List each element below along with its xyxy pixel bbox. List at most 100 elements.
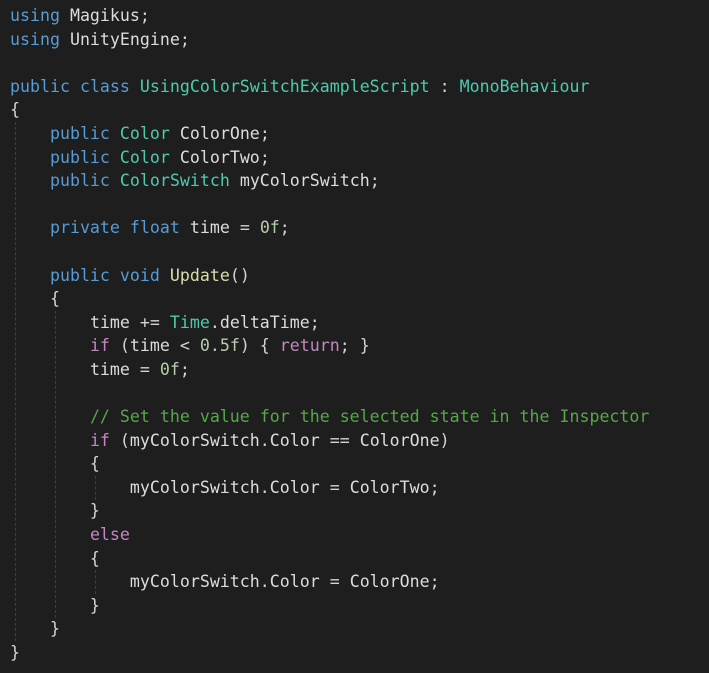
code-token: = bbox=[319, 572, 350, 592]
code-line[interactable] bbox=[10, 51, 649, 75]
code-line[interactable]: time = 0f; bbox=[10, 358, 649, 382]
code-area[interactable]: using Magikus; using UnityEngine; public … bbox=[10, 4, 649, 665]
code-token: ; bbox=[179, 359, 190, 379]
code-token: myColorSwitch bbox=[129, 477, 260, 497]
code-token: Magikus bbox=[69, 6, 140, 25]
code-token: myColorSwitch bbox=[129, 572, 260, 592]
code-token: public bbox=[49, 123, 110, 143]
code-line[interactable]: } bbox=[10, 617, 649, 641]
code-token: ; bbox=[429, 477, 440, 497]
code-line[interactable]: } bbox=[10, 641, 649, 665]
code-token: { bbox=[10, 100, 20, 120]
code-token: ( bbox=[109, 430, 130, 450]
code-token: time bbox=[89, 312, 130, 332]
code-token: private bbox=[49, 218, 120, 238]
code-line[interactable]: if (myColorSwitch.Color == ColorOne) bbox=[10, 429, 649, 453]
code-token: ; bbox=[369, 171, 380, 191]
code-token: UnityEngine bbox=[69, 29, 180, 49]
code-token: public bbox=[10, 76, 70, 96]
code-token: ) { bbox=[239, 336, 280, 356]
code-line[interactable]: using Magikus; bbox=[10, 4, 649, 28]
code-token: == bbox=[319, 430, 360, 450]
code-line[interactable]: myColorSwitch.Color = ColorOne; bbox=[10, 570, 649, 594]
code-token: ; bbox=[139, 6, 150, 25]
code-line[interactable]: // Set the value for the selected state … bbox=[10, 405, 649, 429]
code-line[interactable]: { bbox=[10, 98, 649, 122]
code-token: if bbox=[89, 336, 110, 356]
code-line[interactable]: } bbox=[10, 594, 649, 618]
code-token: Update bbox=[169, 265, 230, 285]
indent-guide bbox=[15, 122, 16, 642]
code-token: ( bbox=[109, 336, 130, 356]
code-token: float bbox=[129, 218, 180, 238]
code-token: public bbox=[49, 147, 110, 167]
code-line[interactable] bbox=[10, 382, 649, 406]
code-token: time bbox=[189, 218, 230, 238]
code-token: else bbox=[89, 525, 130, 545]
code-token: Color bbox=[269, 430, 320, 450]
code-token: public bbox=[49, 265, 110, 285]
code-line[interactable] bbox=[10, 193, 649, 217]
code-line[interactable]: { bbox=[10, 547, 649, 571]
code-token: 0f bbox=[259, 218, 280, 238]
code-line[interactable]: if (time < 0.5f) { return; } bbox=[10, 334, 649, 358]
code-token: } bbox=[10, 643, 20, 663]
code-token: = bbox=[319, 477, 350, 497]
code-line[interactable]: public void Update() bbox=[10, 264, 649, 288]
code-token: } bbox=[10, 619, 60, 639]
code-line[interactable]: using UnityEngine; bbox=[10, 28, 649, 52]
code-line[interactable]: myColorSwitch.Color = ColorTwo; bbox=[10, 476, 649, 500]
code-token: . bbox=[259, 572, 270, 592]
code-line[interactable]: time += Time.deltaTime; bbox=[10, 311, 649, 335]
code-token: using bbox=[10, 29, 60, 49]
indent-guide bbox=[55, 310, 56, 618]
code-line[interactable]: { bbox=[10, 452, 649, 476]
code-line[interactable]: { bbox=[10, 287, 649, 311]
code-token: class bbox=[79, 76, 130, 96]
code-token: ; bbox=[309, 312, 320, 332]
code-token: () bbox=[229, 265, 250, 285]
code-line[interactable]: private float time = 0f; bbox=[10, 216, 649, 240]
code-line[interactable]: public ColorSwitch myColorSwitch; bbox=[10, 169, 649, 193]
code-token: . bbox=[259, 477, 270, 497]
code-line[interactable]: public Color ColorOne; bbox=[10, 122, 649, 146]
code-token: if bbox=[89, 430, 110, 450]
code-token: Color bbox=[269, 477, 320, 497]
code-token: ) bbox=[439, 430, 450, 450]
code-token: Color bbox=[269, 572, 320, 592]
code-token: Time bbox=[169, 312, 210, 332]
code-token: // Set the value for the selected state … bbox=[89, 407, 650, 427]
code-token: ColorSwitch bbox=[119, 171, 230, 191]
code-token: ColorOne bbox=[179, 123, 260, 143]
code-token: ; bbox=[179, 29, 190, 49]
code-token: Color bbox=[119, 123, 170, 143]
code-token: deltaTime bbox=[219, 312, 310, 332]
code-token: ; bbox=[279, 218, 290, 238]
code-line[interactable]: else bbox=[10, 523, 649, 547]
code-line[interactable]: } bbox=[10, 499, 649, 523]
code-token: ColorOne bbox=[349, 572, 430, 592]
code-editor[interactable]: using Magikus; using UnityEngine; public … bbox=[0, 0, 709, 673]
code-token: 0f bbox=[159, 359, 180, 379]
code-token: public bbox=[49, 171, 110, 191]
code-line[interactable]: public Color ColorTwo; bbox=[10, 146, 649, 170]
code-token: ColorOne bbox=[359, 430, 440, 450]
code-line[interactable] bbox=[10, 240, 649, 264]
code-line[interactable]: public class UsingColorSwitchExampleScri… bbox=[10, 75, 649, 99]
code-token: < bbox=[169, 336, 200, 356]
